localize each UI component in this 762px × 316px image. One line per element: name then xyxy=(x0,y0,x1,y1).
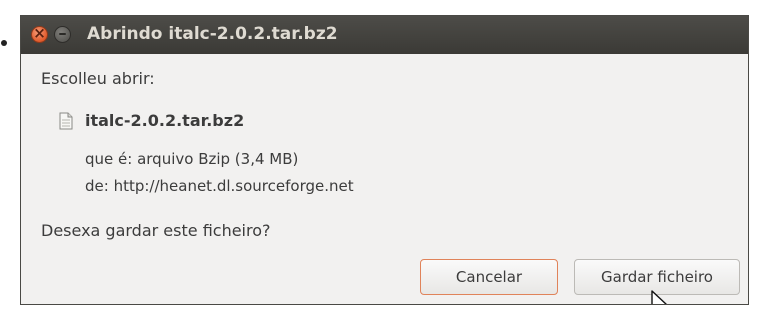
file-type-info: que é: arquivo Bzip (3,4 MB) xyxy=(85,150,299,168)
close-icon[interactable] xyxy=(31,24,48,43)
download-dialog: Abrindo italc-2.0.2.tar.bz2 Escolleu abr… xyxy=(20,15,749,305)
title-bar: Abrindo italc-2.0.2.tar.bz2 xyxy=(21,16,748,54)
file-name: italc-2.0.2.tar.bz2 xyxy=(85,111,245,130)
cancel-button[interactable]: Cancelar xyxy=(420,259,558,295)
list-bullet xyxy=(1,40,7,46)
prompt-label: Escolleu abrir: xyxy=(41,69,155,88)
dialog-content: Escolleu abrir: italc-2.0.2.tar.bz2 que … xyxy=(21,54,748,304)
mouse-pointer-icon xyxy=(651,290,667,304)
dialog-title: Abrindo italc-2.0.2.tar.bz2 xyxy=(87,24,338,44)
minimize-icon[interactable] xyxy=(54,26,71,43)
file-source-info: de: http://heanet.dl.sourceforge.net xyxy=(85,177,354,195)
save-question: Desexa gardar este ficheiro? xyxy=(41,221,271,240)
file-icon xyxy=(59,112,73,130)
